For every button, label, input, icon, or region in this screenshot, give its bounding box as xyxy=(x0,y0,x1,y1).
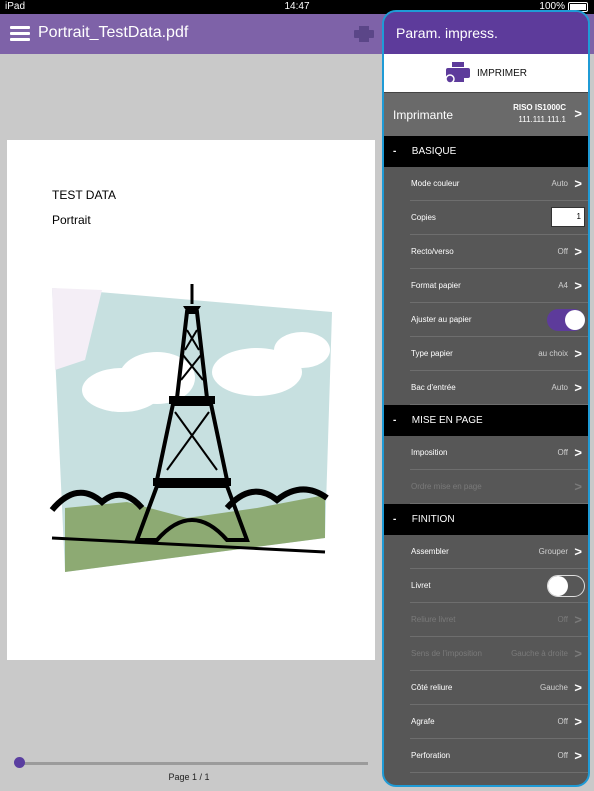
chevron-right-icon: > xyxy=(574,106,582,121)
printer-ip: 111.111.111.1 xyxy=(518,115,566,124)
chevron-right-icon: > xyxy=(574,479,582,494)
printer-model: RISO IS1000C xyxy=(513,103,566,112)
printer-icon xyxy=(445,62,470,84)
setting-duplex[interactable]: Recto/verso Off > xyxy=(384,235,588,269)
setting-value: Gauche à droite xyxy=(511,649,568,658)
setting-value: Gauche xyxy=(539,683,568,692)
setting-label: Livret xyxy=(411,581,431,590)
setting-label: Côté reliure xyxy=(411,683,453,692)
toggle-knob xyxy=(565,310,585,330)
section-finishing-header[interactable]: - FINITION xyxy=(384,504,588,535)
section-basic-title: BASIQUE xyxy=(411,146,457,157)
setting-copies: Copies 1 xyxy=(384,201,588,235)
setting-label: Copies xyxy=(411,213,436,222)
setting-label: Assembler xyxy=(411,547,449,556)
setting-fit-to-paper: Ajuster au papier xyxy=(384,303,588,337)
setting-label: Mode couleur xyxy=(411,179,460,188)
chevron-right-icon: > xyxy=(574,612,582,627)
setting-value: Off xyxy=(557,448,568,457)
booklet-toggle[interactable] xyxy=(547,575,585,597)
setting-value: Grouper xyxy=(538,547,568,556)
chevron-right-icon: > xyxy=(574,544,582,559)
setting-paper-type[interactable]: Type papier au choix > xyxy=(384,337,588,371)
eiffel-tower-illustration xyxy=(49,284,332,572)
setting-collate[interactable]: Assembler Grouper > xyxy=(384,535,588,569)
section-finishing-title: FINITION xyxy=(411,514,455,525)
section-layout-header[interactable]: - MISE EN PAGE xyxy=(384,405,588,436)
collapse-icon: - xyxy=(393,415,397,426)
chevron-right-icon: > xyxy=(574,680,582,695)
chevron-right-icon: > xyxy=(574,380,582,395)
setting-value: Auto xyxy=(551,383,568,392)
document-viewer: TEST DATA Portrait Page 1 / 1 xyxy=(0,54,378,791)
setting-label: Imposition xyxy=(411,448,448,457)
setting-staple[interactable]: Agrafe Off > xyxy=(384,705,588,739)
setting-binding-edge[interactable]: Côté reliure Gauche > xyxy=(384,671,588,705)
chevron-right-icon: > xyxy=(574,748,582,763)
document-title: Portrait_TestData.pdf xyxy=(38,24,189,41)
setting-label: Ordre mise en page xyxy=(411,482,482,491)
print-button[interactable]: IMPRIMER xyxy=(384,54,588,92)
setting-label: Reliure livret xyxy=(411,615,456,624)
setting-label: Sens de l'imposition xyxy=(411,649,482,658)
setting-label: Agrafe xyxy=(411,717,435,726)
collapse-icon: - xyxy=(393,146,397,157)
chevron-right-icon: > xyxy=(574,278,582,293)
collapse-icon: - xyxy=(393,514,397,525)
page-slider-track[interactable] xyxy=(20,762,368,765)
print-settings-panel: Param. impress. IMPRIMER Imprimante RISO… xyxy=(382,10,590,787)
setting-value: Off xyxy=(557,247,568,256)
setting-color-mode[interactable]: Mode couleur Auto > xyxy=(384,167,588,201)
page-slider-handle[interactable] xyxy=(14,757,25,768)
page-indicator: Page 1 / 1 xyxy=(168,772,210,782)
setting-value: Off xyxy=(557,751,568,760)
setting-booklet: Livret xyxy=(384,569,588,603)
fit-to-paper-toggle[interactable] xyxy=(547,309,585,331)
printer-selector[interactable]: Imprimante RISO IS1000C 111.111.111.1 > xyxy=(384,92,588,136)
setting-imposition-direction: Sens de l'imposition Gauche à droite > xyxy=(384,637,588,671)
section-layout-title: MISE EN PAGE xyxy=(411,415,483,426)
hamburger-menu-icon[interactable] xyxy=(10,26,30,42)
setting-value: au choix xyxy=(538,349,568,358)
copies-input[interactable]: 1 xyxy=(551,207,585,227)
setting-paper-size[interactable]: Format papier A4 > xyxy=(384,269,588,303)
setting-input-tray[interactable]: Bac d'entrée Auto > xyxy=(384,371,588,405)
setting-value: A4 xyxy=(558,281,568,290)
chevron-right-icon: > xyxy=(574,714,582,729)
printer-label: Imprimante xyxy=(393,108,454,122)
setting-value: Off xyxy=(557,717,568,726)
chevron-right-icon: > xyxy=(574,646,582,661)
setting-label: Perforation xyxy=(411,751,451,760)
chevron-right-icon: > xyxy=(574,244,582,259)
setting-value: Auto xyxy=(551,179,568,188)
pdf-page-preview: TEST DATA Portrait xyxy=(7,140,375,660)
chevron-right-icon: > xyxy=(574,346,582,361)
chevron-right-icon: > xyxy=(574,445,582,460)
setting-punch[interactable]: Perforation Off > xyxy=(384,739,588,773)
setting-booklet-binding: Reliure livret Off > xyxy=(384,603,588,637)
chevron-right-icon: > xyxy=(574,176,582,191)
setting-imposition[interactable]: Imposition Off > xyxy=(384,436,588,470)
setting-label: Recto/verso xyxy=(411,247,454,256)
setting-label: Bac d'entrée xyxy=(411,383,456,392)
setting-label: Ajuster au papier xyxy=(411,315,472,324)
toggle-knob xyxy=(548,576,568,596)
setting-label: Type papier xyxy=(411,349,453,358)
printer-icon[interactable] xyxy=(354,26,374,42)
print-button-label: IMPRIMER xyxy=(477,67,527,79)
setting-label: Format papier xyxy=(411,281,461,290)
panel-title: Param. impress. xyxy=(384,12,588,54)
setting-value: Off xyxy=(557,615,568,624)
section-basic-header[interactable]: - BASIQUE xyxy=(384,136,588,167)
setting-page-order: Ordre mise en page > xyxy=(384,470,588,504)
